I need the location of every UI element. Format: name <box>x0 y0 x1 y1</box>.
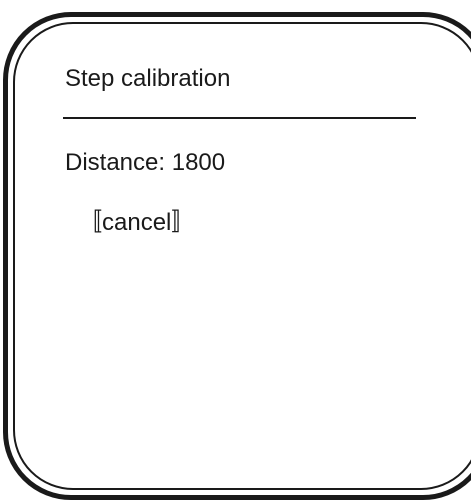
distance-readout: Distance: 1800 <box>65 148 225 178</box>
cancel-button[interactable]: 〚cancel〛 <box>78 208 195 238</box>
title-divider <box>63 117 416 119</box>
page-title: Step calibration <box>65 65 231 92</box>
distance-value: 1800 <box>171 149 226 176</box>
distance-label: Distance: <box>65 149 166 176</box>
